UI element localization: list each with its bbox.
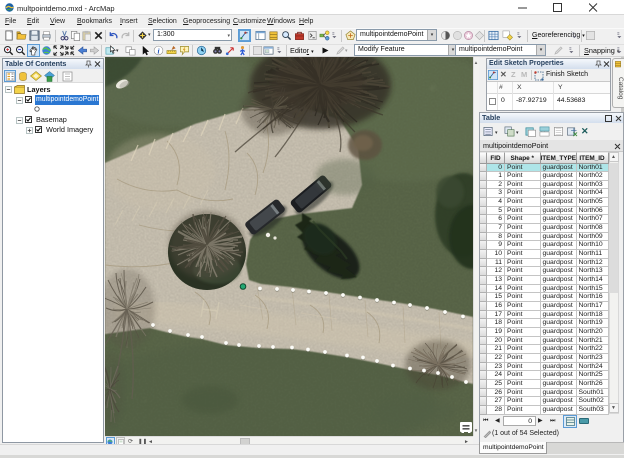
- svg-text:i: i: [157, 46, 159, 55]
